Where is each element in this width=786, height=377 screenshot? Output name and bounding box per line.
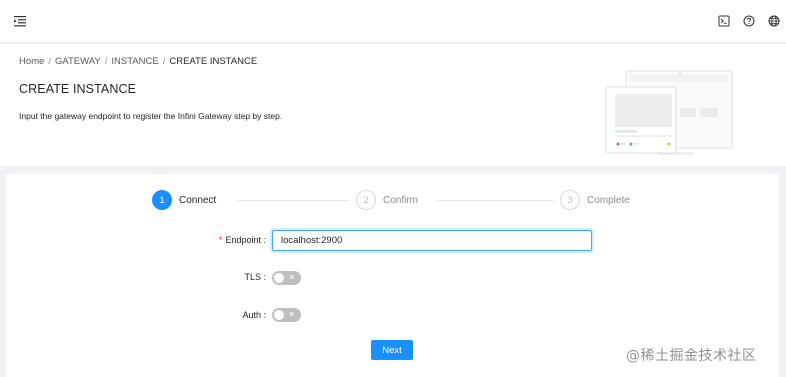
step-number: 2	[356, 190, 376, 210]
step-number: 3	[560, 190, 580, 210]
breadcrumb-separator: /	[104, 56, 108, 67]
globe-icon[interactable]	[768, 15, 780, 27]
step-connector	[436, 200, 554, 201]
terminal-icon[interactable]	[718, 15, 730, 27]
breadcrumb: Home / GATEWAY / INSTANCE / CREATE INSTANCE	[19, 56, 257, 67]
menu-fold-icon[interactable]	[13, 14, 27, 28]
auth-label: Auth :	[242, 310, 266, 320]
switch-knob	[274, 310, 284, 320]
auth-label-text: Auth	[242, 310, 261, 320]
step-confirm: 2 Confirm	[356, 190, 418, 210]
page-title: CREATE INSTANCE	[19, 82, 137, 96]
question-circle-icon[interactable]	[743, 15, 755, 27]
tls-switch[interactable]: ✕	[272, 271, 301, 285]
switch-off-icon: ✕	[288, 273, 295, 282]
dashboard-illustration	[605, 70, 733, 155]
step-label: Complete	[587, 194, 630, 206]
tls-label: TLS :	[244, 272, 266, 282]
steps-bar: 1 Connect 2 Confirm 3 Complete	[152, 188, 652, 212]
endpoint-label-text: Endpoint	[225, 235, 261, 245]
watermark: @稀土掘金技术社区	[626, 348, 757, 364]
breadcrumb-home[interactable]: Home	[19, 56, 44, 67]
breadcrumb-gateway[interactable]: GATEWAY	[55, 56, 101, 67]
step-number: 1	[152, 190, 172, 210]
breadcrumb-instance[interactable]: INSTANCE	[111, 56, 158, 67]
switch-knob	[274, 273, 284, 283]
step-label: Connect	[179, 194, 217, 206]
switch-off-icon: ✕	[288, 310, 295, 319]
step-connector	[237, 200, 349, 201]
page-header: Home / GATEWAY / INSTANCE / CREATE INSTANCE CR…	[0, 44, 786, 166]
tls-label-text: TLS	[244, 272, 261, 282]
breadcrumb-separator: /	[162, 56, 166, 67]
label-colon: :	[263, 272, 266, 282]
endpoint-label: * Endpoint :	[219, 235, 266, 245]
next-button[interactable]: Next	[371, 340, 413, 360]
top-bar	[0, 0, 786, 43]
endpoint-input[interactable]	[272, 230, 592, 251]
breadcrumb-separator: /	[48, 56, 51, 67]
auth-switch[interactable]: ✕	[272, 308, 301, 322]
label-colon: :	[263, 235, 266, 245]
step-connect: 1 Connect	[152, 190, 216, 210]
step-complete: 3 Complete	[560, 190, 630, 210]
breadcrumb-current: CREATE INSTANCE	[169, 56, 258, 67]
label-colon: :	[263, 310, 266, 320]
step-label: Confirm	[383, 194, 419, 206]
page-description: Input the gateway endpoint to register t…	[19, 111, 283, 121]
required-mark: *	[218, 235, 223, 245]
